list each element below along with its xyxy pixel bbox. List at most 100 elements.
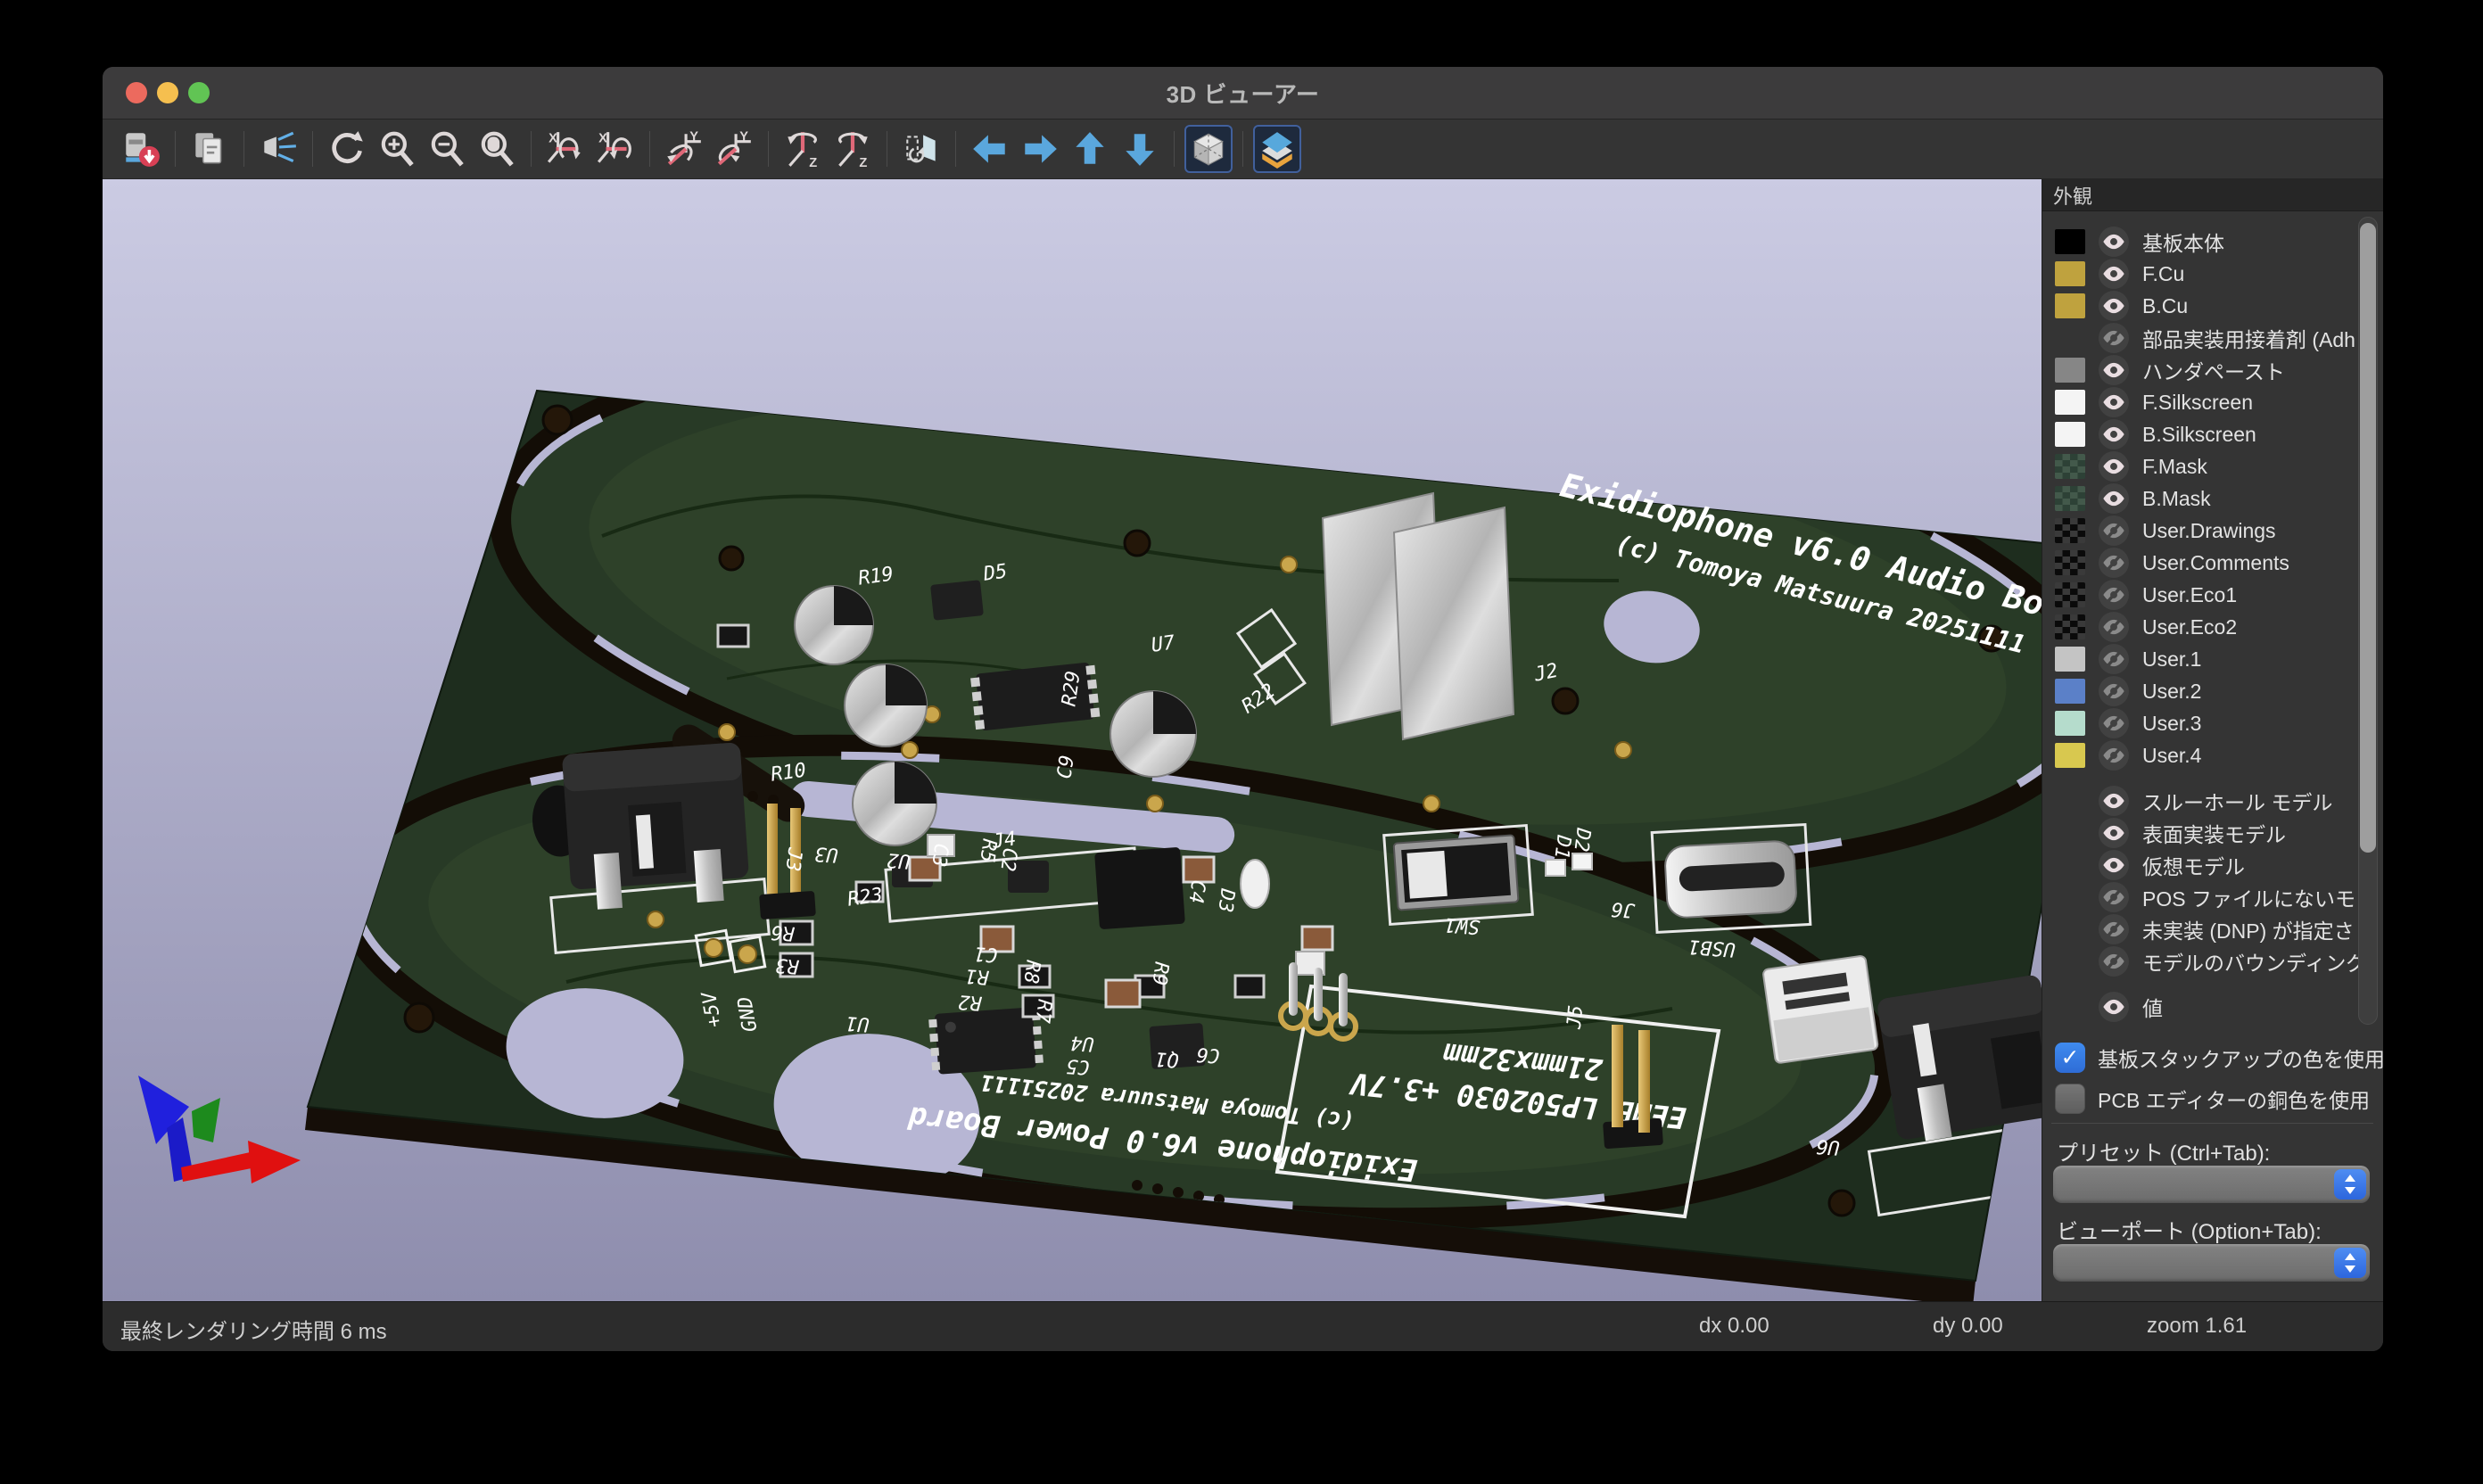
visibility-off-icon[interactable] [2099,708,2129,738]
layer-color-swatch[interactable] [2055,518,2085,543]
layer-color-swatch[interactable] [2055,550,2085,575]
layer-color-swatch[interactable] [2055,390,2085,415]
layer-list-scrollbar[interactable] [2358,217,2378,1025]
render-options-button[interactable] [254,125,302,173]
layer-color-swatch[interactable] [2055,679,2085,704]
visibility-off-icon[interactable] [2099,676,2129,706]
layer-color-swatch[interactable] [2055,486,2085,511]
3d-viewport[interactable]: EEMB LP502030 +3.7V 21mmx32mm Exidiophon… [103,179,2042,1301]
export-board-button[interactable] [117,125,165,173]
preset-select[interactable] [2053,1166,2370,1203]
layer-row[interactable]: User.Drawings [2042,515,2360,547]
zoom-out-button[interactable] [423,125,471,173]
visibility-off-icon[interactable] [2099,644,2129,674]
layer-row[interactable]: User.2 [2042,675,2360,707]
layer-color-swatch[interactable] [2055,358,2085,383]
layer-color-swatch[interactable] [2055,647,2085,672]
visibility-off-icon[interactable] [2099,914,2129,944]
layer-row[interactable]: User.Eco1 [2042,579,2360,611]
rotate-z-cw-button[interactable]: Z [829,125,877,173]
layers-button[interactable] [1253,125,1301,173]
visibility-on-icon[interactable] [2099,291,2129,321]
zoom-in-button[interactable] [373,125,421,173]
visibility-off-icon[interactable] [2099,740,2129,771]
layer-row[interactable]: スルーホール モデル [2042,785,2360,817]
visibility-on-icon[interactable] [2099,419,2129,449]
layer-row[interactable]: F.Mask [2042,450,2360,482]
visibility-off-icon[interactable] [2099,612,2129,642]
option-row[interactable]: ✓基板スタックアップの色を使用 [2042,1037,2383,1078]
visibility-on-icon[interactable] [2099,483,2129,514]
layer-row[interactable]: User.1 [2042,643,2360,675]
rotate-x-cw-button[interactable]: X [591,125,639,173]
visibility-off-icon[interactable] [2099,548,2129,578]
layer-row[interactable]: 値 [2042,991,2360,1023]
layer-color-swatch[interactable] [2055,229,2085,254]
layer-row[interactable]: B.Mask [2042,482,2360,515]
visibility-on-icon[interactable] [2099,227,2129,257]
layer-row[interactable]: ハンダペースト [2042,354,2360,386]
visibility-on-icon[interactable] [2099,786,2129,816]
layer-color-swatch[interactable] [2055,261,2085,286]
layer-row[interactable]: 表面実装モデル [2042,817,2360,849]
close-button[interactable] [126,82,147,103]
maximize-button[interactable] [188,82,210,103]
pan-left-button[interactable] [966,125,1014,173]
layer-color-swatch[interactable] [2055,743,2085,768]
viewport-select[interactable] [2053,1244,2370,1282]
layer-row[interactable]: F.Silkscreen [2042,386,2360,418]
layer-row[interactable]: 仮想モデル [2042,849,2360,881]
title-bar[interactable]: 3D ビューアー [103,67,2383,120]
layer-row[interactable]: モデルのバウンディング [2042,945,2360,977]
pan-right-button[interactable] [1016,125,1064,173]
layer-color-swatch[interactable] [2055,293,2085,318]
checkbox-checked[interactable]: ✓ [2055,1043,2085,1073]
preset-select-stepper[interactable] [2334,1169,2366,1200]
pan-down-button[interactable] [1116,125,1164,173]
layer-row[interactable]: POS ファイルにないモ [2042,881,2360,913]
option-row[interactable]: PCB エディターの銅色を使用 [2042,1078,2383,1119]
minimize-button[interactable] [157,82,178,103]
checkbox-unchecked[interactable] [2055,1084,2085,1114]
orthographic-projection-button[interactable] [1184,125,1233,173]
layer-color-swatch[interactable] [2055,711,2085,736]
rotate-y-cw-button[interactable]: Y [710,125,758,173]
visibility-off-icon[interactable] [2099,515,2129,546]
visibility-off-icon[interactable] [2099,580,2129,610]
visibility-on-icon[interactable] [2099,451,2129,482]
layer-row[interactable]: User.4 [2042,739,2360,771]
layer-row[interactable]: F.Cu [2042,258,2360,290]
visibility-on-icon[interactable] [2099,850,2129,880]
layer-label: スルーホール モデル [2142,786,2332,816]
visibility-on-icon[interactable] [2099,818,2129,848]
visibility-on-icon[interactable] [2099,355,2129,385]
visibility-on-icon[interactable] [2099,259,2129,289]
layer-color-swatch[interactable] [2055,454,2085,479]
rotate-x-ccw-button[interactable]: X [541,125,590,173]
copy-image-button[interactable] [186,125,234,173]
layer-row[interactable]: User.Comments [2042,547,2360,579]
zoom-fit-button[interactable] [473,125,521,173]
layer-row[interactable]: 部品実装用接着剤 (Adh [2042,322,2360,354]
layer-row[interactable]: 基板本体 [2042,226,2360,258]
rotate-z-ccw-button[interactable]: Z [779,125,827,173]
visibility-on-icon[interactable] [2099,387,2129,417]
layer-row[interactable]: 未実装 (DNP) が指定さ [2042,913,2360,945]
layer-row[interactable]: User.3 [2042,707,2360,739]
flip-board-button[interactable] [897,125,945,173]
layer-color-swatch[interactable] [2055,582,2085,607]
layer-row[interactable]: User.Eco2 [2042,611,2360,643]
layer-color-swatch[interactable] [2055,422,2085,447]
viewport-select-stepper[interactable] [2334,1248,2366,1278]
visibility-on-icon[interactable] [2099,992,2129,1022]
rotate-y-ccw-button[interactable]: Y [660,125,708,173]
scrollbar-thumb[interactable] [2360,223,2376,853]
visibility-off-icon[interactable] [2099,882,2129,912]
layer-color-swatch[interactable] [2055,614,2085,639]
layer-row[interactable]: B.Silkscreen [2042,418,2360,450]
visibility-off-icon[interactable] [2099,323,2129,353]
pan-up-button[interactable] [1066,125,1114,173]
layer-row[interactable]: B.Cu [2042,290,2360,322]
refresh-view-button[interactable] [323,125,371,173]
visibility-off-icon[interactable] [2099,946,2129,977]
